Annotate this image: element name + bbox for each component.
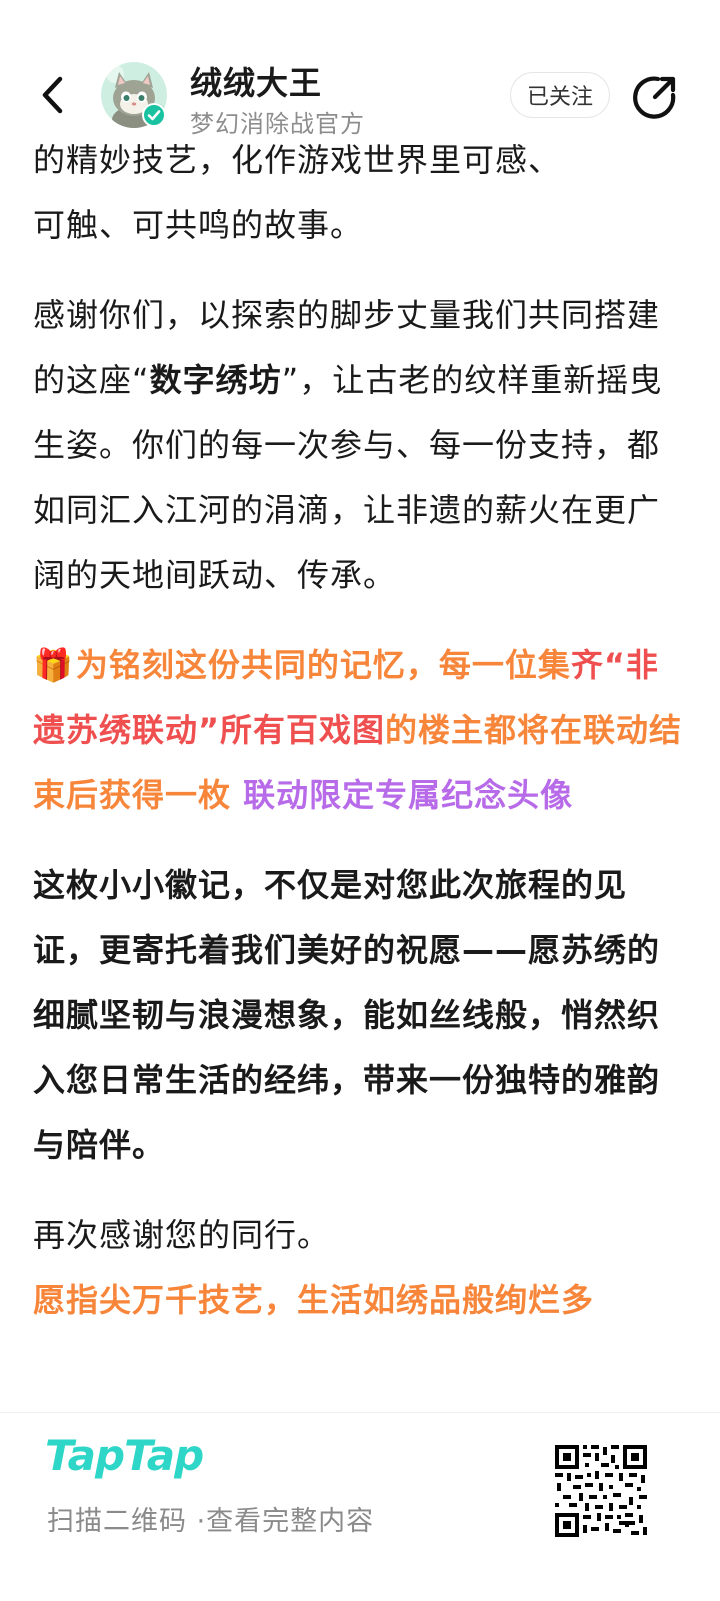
paragraph-6-cutoff: 愿指尖万千技艺，生活如绣品般绚烂多 bbox=[33, 1281, 595, 1319]
paragraph-4: 这枚小小徽记，不仅是对您此次旅程的见证，更寄托着我们美好的祝愿——愿苏绣的细腻坚… bbox=[33, 866, 661, 1164]
share-footer: TapTap 扫描二维码 ·查看完整内容 bbox=[0, 1412, 720, 1601]
promo-text-4: 联动限定专属纪念头像 bbox=[243, 776, 574, 814]
paragraph-1-line-2: 可触、可共鸣的故事。 bbox=[33, 206, 364, 244]
author-name[interactable]: 绒绒大王 bbox=[190, 58, 322, 104]
verified-badge-icon bbox=[142, 103, 166, 127]
top-bar: 绒绒大王 梦幻消除战官方 已关注 bbox=[0, 0, 720, 150]
follow-button[interactable]: 已关注 bbox=[510, 72, 610, 118]
paragraph-2-bold-text: 数字绣坊 bbox=[149, 361, 282, 399]
promo-paragraph: 🎁为铭刻这份共同的记忆，每一位集齐“非遗苏绣联动”所有百戏图的楼主都将在联动结束… bbox=[33, 633, 683, 828]
promo-text-1: 为铭刻这份共同的记忆，每一位集 bbox=[75, 646, 571, 684]
paragraph-2: 感谢你们，以探索的脚步丈量我们共同搭建的这座“数字绣坊”，让古老的纹样重新摇曳生… bbox=[33, 283, 683, 608]
paragraph-5: 再次感谢您的同行。 bbox=[33, 1216, 331, 1254]
share-arrow-icon bbox=[633, 76, 676, 119]
back-button[interactable] bbox=[30, 70, 74, 120]
gift-icon: 🎁 bbox=[33, 646, 74, 684]
author-subtitle: 梦幻消除战官方 bbox=[190, 110, 365, 138]
scan-hint-text: 扫描二维码 ·查看完整内容 bbox=[47, 1506, 375, 1537]
share-button[interactable] bbox=[632, 74, 678, 120]
taptap-logo: TapTap bbox=[45, 1431, 204, 1480]
qr-code-icon bbox=[553, 1443, 649, 1539]
article-content: 的精妙技艺，化作游戏世界里可感、 可触、可共鸣的故事。 感谢你们，以探索的脚步丈… bbox=[33, 128, 683, 1333]
chevron-left-icon bbox=[42, 76, 63, 114]
article-body: 的精妙技艺，化作游戏世界里可感、 可触、可共鸣的故事。 感谢你们，以探索的脚步丈… bbox=[0, 0, 720, 1443]
